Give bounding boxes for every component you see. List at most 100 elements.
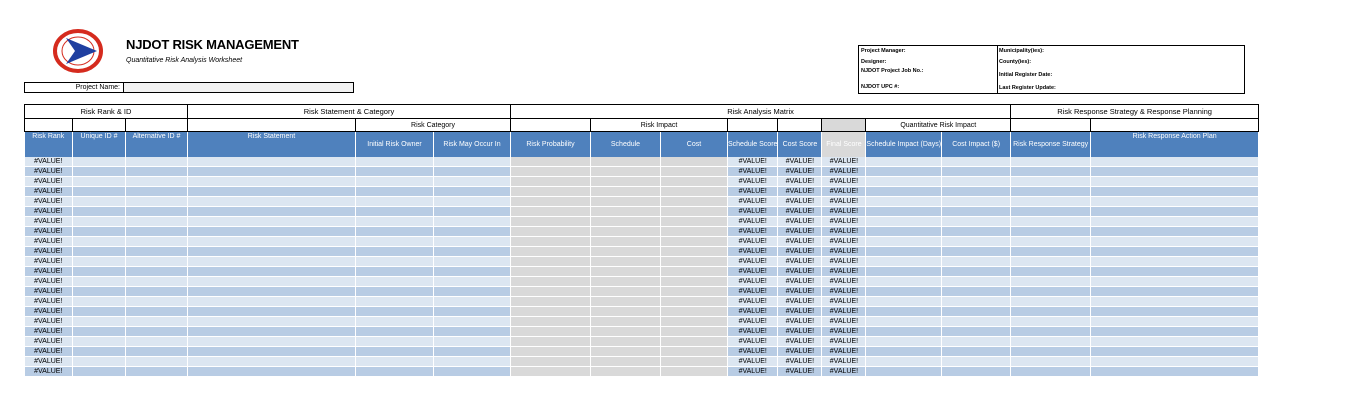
error-value-cell[interactable]: #VALUE! [777,306,823,317]
table-cell[interactable] [941,326,1012,337]
table-cell[interactable] [355,326,434,337]
table-cell[interactable] [1010,326,1092,337]
table-cell[interactable] [1010,186,1092,197]
error-value-cell[interactable]: #VALUE! [821,166,867,177]
table-cell[interactable] [660,196,728,207]
error-value-cell[interactable]: #VALUE! [24,316,73,327]
table-cell[interactable] [433,336,511,347]
table-cell[interactable] [660,326,728,337]
table-cell[interactable] [187,256,356,267]
table-cell[interactable] [510,276,591,287]
table-cell[interactable] [510,266,591,277]
table-cell[interactable] [510,316,591,327]
col-owner[interactable]: Initial Risk Owner [355,131,434,157]
table-cell[interactable] [125,186,188,197]
table-cell[interactable] [590,366,661,377]
table-cell[interactable] [355,296,434,307]
table-cell[interactable] [72,157,126,167]
table-cell[interactable] [510,356,591,367]
table-cell[interactable] [1090,216,1260,227]
error-value-cell[interactable]: #VALUE! [24,206,73,217]
table-cell[interactable] [187,166,356,177]
error-value-cell[interactable]: #VALUE! [24,176,73,187]
table-cell[interactable] [125,226,188,237]
error-value-cell[interactable]: #VALUE! [727,256,779,267]
table-cell[interactable] [1010,196,1092,207]
table-cell[interactable] [355,306,434,317]
col-cost[interactable]: Cost [660,131,728,157]
table-cell[interactable] [941,226,1012,237]
table-cell[interactable] [660,276,728,287]
table-cell[interactable] [187,286,356,297]
error-value-cell[interactable]: #VALUE! [821,336,867,347]
table-cell[interactable] [510,256,591,267]
table-cell[interactable] [433,157,511,167]
table-cell[interactable] [660,306,728,317]
error-value-cell[interactable]: #VALUE! [24,306,73,317]
table-cell[interactable] [1090,206,1260,217]
table-cell[interactable] [865,196,943,207]
error-value-cell[interactable]: #VALUE! [727,356,779,367]
table-cell[interactable] [125,366,188,377]
table-cell[interactable] [660,256,728,267]
table-cell[interactable] [941,286,1012,297]
table-cell[interactable] [941,296,1012,307]
error-value-cell[interactable]: #VALUE! [727,236,779,247]
table-cell[interactable] [941,186,1012,197]
table-cell[interactable] [187,336,356,347]
table-cell[interactable] [125,296,188,307]
table-cell[interactable] [187,196,356,207]
error-value-cell[interactable]: #VALUE! [727,366,779,377]
table-cell[interactable] [941,236,1012,247]
table-cell[interactable] [187,276,356,287]
error-value-cell[interactable]: #VALUE! [727,306,779,317]
table-cell[interactable] [865,176,943,187]
table-cell[interactable] [941,266,1012,277]
table-cell[interactable] [1010,206,1092,217]
col-schedule-score[interactable]: Schedule Score [727,131,779,157]
table-cell[interactable] [72,196,126,207]
error-value-cell[interactable]: #VALUE! [24,196,73,207]
table-cell[interactable] [187,246,356,257]
error-value-cell[interactable]: #VALUE! [777,336,823,347]
table-cell[interactable] [187,346,356,357]
table-cell[interactable] [355,246,434,257]
table-cell[interactable] [125,306,188,317]
error-value-cell[interactable]: #VALUE! [24,286,73,297]
error-value-cell[interactable]: #VALUE! [821,286,867,297]
table-cell[interactable] [355,266,434,277]
table-cell[interactable] [510,296,591,307]
table-cell[interactable] [590,226,661,237]
table-cell[interactable] [941,166,1012,177]
table-cell[interactable] [187,306,356,317]
table-cell[interactable] [660,226,728,237]
table-cell[interactable] [590,246,661,257]
error-value-cell[interactable]: #VALUE! [777,196,823,207]
table-cell[interactable] [433,296,511,307]
table-cell[interactable] [941,206,1012,217]
table-cell[interactable] [865,316,943,327]
table-cell[interactable] [125,236,188,247]
error-value-cell[interactable]: #VALUE! [821,186,867,197]
table-cell[interactable] [510,366,591,377]
table-cell[interactable] [1090,336,1260,347]
table-cell[interactable] [187,216,356,227]
table-cell[interactable] [510,216,591,227]
table-cell[interactable] [1090,286,1260,297]
table-cell[interactable] [590,236,661,247]
error-value-cell[interactable]: #VALUE! [727,206,779,217]
table-cell[interactable] [355,186,434,197]
table-cell[interactable] [865,266,943,277]
table-cell[interactable] [510,206,591,217]
error-value-cell[interactable]: #VALUE! [821,157,867,167]
table-cell[interactable] [125,196,188,207]
table-cell[interactable] [187,316,356,327]
table-cell[interactable] [941,306,1012,317]
table-cell[interactable] [433,166,511,177]
table-cell[interactable] [865,366,943,377]
table-cell[interactable] [865,206,943,217]
table-cell[interactable] [355,216,434,227]
table-cell[interactable] [72,216,126,227]
error-value-cell[interactable]: #VALUE! [24,226,73,237]
error-value-cell[interactable]: #VALUE! [24,296,73,307]
